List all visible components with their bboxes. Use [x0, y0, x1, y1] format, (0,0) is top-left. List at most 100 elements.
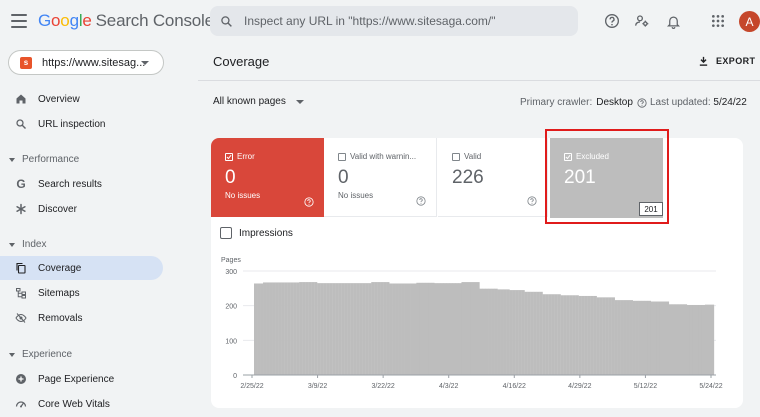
- chart-bar: [527, 291, 531, 375]
- sidebar-item-coverage[interactable]: Coverage: [0, 256, 163, 280]
- chart-bar: [446, 283, 450, 375]
- chart-bar: [431, 282, 435, 375]
- chart-bar: [296, 282, 300, 375]
- apps-grid-icon[interactable]: [708, 11, 728, 31]
- chart-bar: [563, 295, 567, 375]
- chevron-down-icon: [141, 61, 149, 65]
- chart-bar: [557, 294, 561, 375]
- chart-bar: [428, 282, 432, 375]
- help-icon[interactable]: [637, 97, 647, 108]
- chart-bar: [425, 282, 429, 375]
- help-icon[interactable]: [602, 11, 622, 31]
- chart-bar: [323, 283, 327, 375]
- x-tick-label: 2/25/22: [240, 383, 263, 390]
- chart-bar: [608, 297, 612, 375]
- crawler-value: Desktop: [596, 97, 633, 108]
- impressions-label: Impressions: [239, 227, 293, 239]
- download-icon: [699, 56, 708, 66]
- chart-bar: [392, 283, 396, 375]
- sidebar-item-sitemaps[interactable]: Sitemaps: [0, 281, 163, 305]
- x-tick-label: 5/24/22: [699, 383, 722, 390]
- export-label: EXPORT: [716, 56, 756, 66]
- chart-bar: [632, 300, 636, 375]
- chart-bar: [254, 283, 258, 375]
- tile-error[interactable]: Error 0 No issues: [211, 138, 324, 217]
- chart-bar: [413, 283, 417, 375]
- help-icon[interactable]: [527, 196, 537, 206]
- product-logo[interactable]: Google Search Console: [38, 11, 214, 31]
- checkbox-icon[interactable]: [220, 227, 232, 239]
- url-inspect-search[interactable]: [210, 6, 578, 36]
- chart-bar: [314, 282, 318, 375]
- chart-bar: [584, 295, 588, 375]
- sidebar-item-overview[interactable]: Overview: [0, 87, 163, 111]
- pages-filter-dropdown[interactable]: All known pages: [213, 96, 304, 107]
- chart-bar: [644, 300, 649, 375]
- chart-bar: [623, 300, 627, 375]
- avatar-letter: A: [745, 14, 754, 29]
- property-selector[interactable]: s https://www.sitesag...: [8, 50, 164, 75]
- sidebar-item-label: URL inspection: [38, 118, 106, 130]
- sidebar-item-search-results[interactable]: G Search results: [0, 172, 163, 196]
- help-icon[interactable]: [416, 196, 426, 206]
- chart-bar: [662, 301, 667, 375]
- chart-bar: [290, 282, 294, 375]
- sidebar-section-performance[interactable]: Performance: [9, 154, 79, 165]
- sidebar-item-discover[interactable]: Discover: [0, 197, 163, 221]
- sidebar-section-index[interactable]: Index: [9, 239, 46, 250]
- chart-bar: [437, 283, 441, 375]
- sidebar-item-label: Discover: [38, 203, 77, 215]
- chart-bar: [467, 282, 471, 375]
- chart-bar: [266, 282, 270, 375]
- sitemap-icon: [15, 287, 27, 299]
- chart-bar: [524, 291, 528, 375]
- chart-bar: [419, 282, 423, 375]
- chart-bar: [650, 301, 655, 375]
- notifications-bell-icon[interactable]: [663, 11, 683, 31]
- main-menu-icon[interactable]: [11, 14, 27, 28]
- impressions-toggle[interactable]: Impressions: [220, 227, 293, 239]
- chart-bar: [635, 300, 639, 375]
- chart-bar: [653, 301, 658, 375]
- export-button[interactable]: EXPORT: [698, 55, 755, 67]
- chart-bar: [572, 295, 576, 375]
- primary-crawler: Primary crawler: Desktop: [520, 97, 647, 108]
- sidebar-item-core-web-vitals[interactable]: Core Web Vitals: [0, 392, 163, 416]
- chart-bar: [398, 283, 402, 375]
- chart-bar: [482, 288, 486, 375]
- chart-bar: [383, 282, 387, 375]
- account-avatar[interactable]: A: [739, 11, 760, 32]
- chart-bar: [665, 301, 670, 375]
- chart-bar: [344, 283, 348, 375]
- chart-bar: [668, 304, 673, 375]
- sidebar-item-removals[interactable]: Removals: [0, 306, 163, 330]
- y-tick-label: 300: [225, 269, 237, 276]
- chart-bar: [485, 288, 489, 375]
- checkbox-checked-icon[interactable]: [225, 152, 233, 161]
- sidebar-item-label: Overview: [38, 93, 80, 105]
- checkbox-icon[interactable]: [452, 152, 460, 161]
- checkbox-icon[interactable]: [338, 152, 346, 161]
- y-axis-label: Pages: [221, 257, 241, 264]
- chart-bar: [596, 297, 600, 375]
- chart-bar: [341, 283, 345, 375]
- y-tick-label: 100: [225, 338, 237, 345]
- chart-bar: [329, 283, 333, 375]
- sidebar-section-experience[interactable]: Experience: [9, 349, 72, 360]
- logo-letter: G: [38, 11, 52, 30]
- tile-valid[interactable]: Valid 226: [438, 138, 548, 217]
- search-input[interactable]: [244, 14, 564, 28]
- chart-bar: [464, 282, 468, 375]
- help-icon[interactable]: [304, 197, 314, 207]
- chart-bar: [257, 283, 261, 375]
- page-title: Coverage: [213, 54, 270, 69]
- crawler-label: Primary crawler:: [520, 97, 593, 108]
- manage-users-icon[interactable]: [632, 11, 652, 31]
- logo-letter: o: [60, 11, 70, 30]
- logo-letter: o: [51, 11, 61, 30]
- sidebar-item-url-inspection[interactable]: URL inspection: [0, 112, 163, 136]
- updated-label: Last updated:: [650, 97, 711, 108]
- sidebar-item-page-experience[interactable]: Page Experience: [0, 367, 163, 391]
- tile-valid-with-warnings[interactable]: Valid with warnin... 0 No issues: [324, 138, 437, 217]
- x-tick-label: 4/16/22: [503, 383, 526, 390]
